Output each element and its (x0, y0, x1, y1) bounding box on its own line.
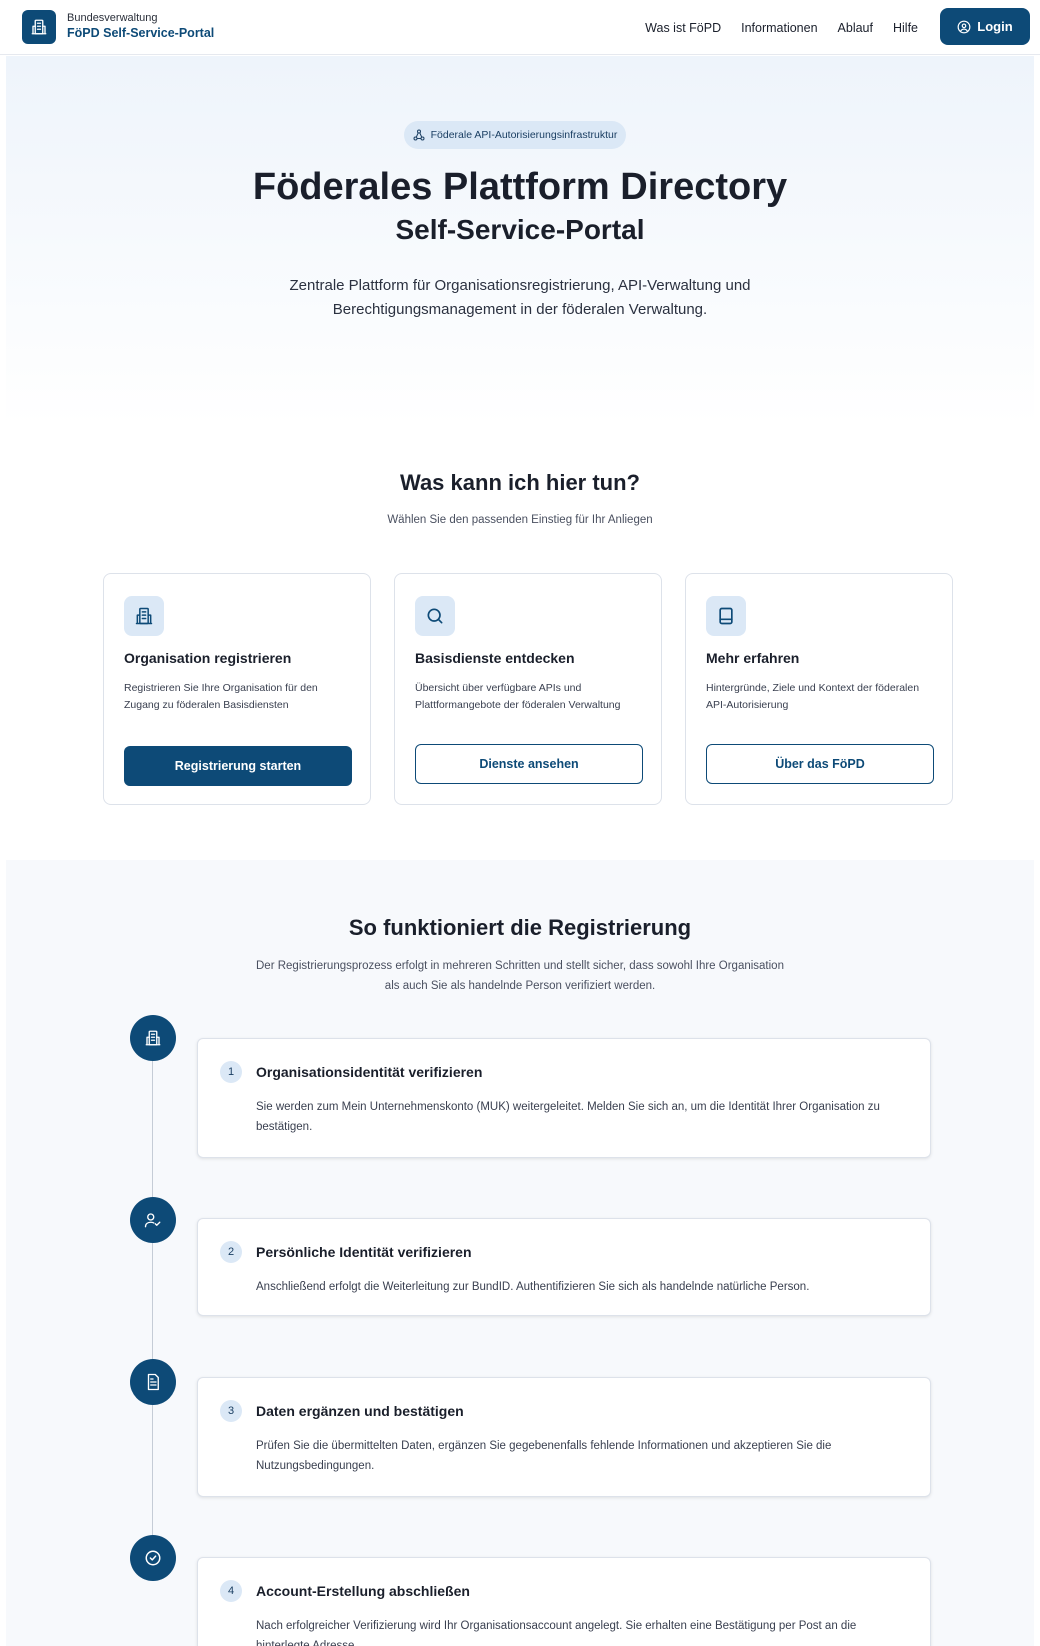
card-title: Organisation registrieren (124, 650, 292, 666)
card-basisdienste-entdecken: Basisdienste entdecken Übersicht über ve… (394, 573, 662, 805)
step-card-4: 4 Account-Erstellung abschließen Nach er… (197, 1557, 931, 1646)
card-organisation-registrieren: Organisation registrieren Registrieren S… (103, 573, 371, 805)
registration-title: So funktioniert die Registrierung (348, 915, 692, 940)
card-description: Übersicht über verfügbare APIs und Platt… (415, 682, 621, 711)
main-nav: Was ist FöPD Informationen Ablauf Hilfe (645, 0, 918, 55)
actions-title: Was kann ich hier tun? (400, 470, 640, 495)
step-card-1: 1 Organisationsidentität verifizieren Si… (197, 1038, 931, 1158)
step-title: Daten ergänzen und bestätigen (256, 1403, 464, 1419)
brand-subtitle: Bundesverwaltung (67, 12, 158, 25)
step-description: Sie werden zum Mein Unternehmenskonto (M… (256, 1101, 880, 1133)
building-icon (124, 596, 164, 636)
step-card-2: 2 Persönliche Identität verifizieren Ans… (197, 1218, 931, 1316)
card-title: Basisdienste entdecken (415, 650, 575, 666)
step-number: 2 (220, 1241, 242, 1263)
registration-subtitle: Der Registrierungsprozess erfolgt in meh… (256, 960, 784, 992)
dienste-ansehen-button[interactable]: Dienste ansehen (415, 744, 643, 784)
step-description: Anschließend erfolgt die Weiterleitung z… (256, 1281, 810, 1293)
network-icon (413, 129, 425, 141)
hero-badge-label: Föderale API-Autorisierungsinfrastruktur (430, 129, 618, 141)
top-header: Bundesverwaltung FöPD Self-Service-Porta… (0, 0, 1040, 55)
hero-section: Föderale API-Autorisierungsinfrastruktur… (6, 56, 1034, 426)
login-label: Login (977, 19, 1013, 34)
nav-link-hilfe[interactable]: Hilfe (893, 21, 918, 35)
page: Bundesverwaltung FöPD Self-Service-Porta… (0, 0, 1040, 1646)
hero-badge: Föderale API-Autorisierungsinfrastruktur (404, 121, 626, 149)
user-circle-icon (957, 20, 971, 33)
nav-link-informationen[interactable]: Informationen (741, 21, 817, 35)
document-icon (130, 1359, 176, 1405)
step-card-3: 3 Daten ergänzen und bestätigen Prüfen S… (197, 1377, 931, 1497)
card-description: Hintergründe, Ziele und Kontext der föde… (706, 682, 920, 711)
step-connector (152, 1405, 153, 1535)
step-title: Persönliche Identität verifizieren (256, 1244, 472, 1260)
nav-link-was-ist-foepd[interactable]: Was ist FöPD (645, 21, 721, 35)
step-connector (152, 1061, 153, 1197)
hero-description: Zentrale Plattform für Organisationsregi… (289, 277, 751, 318)
step-number: 3 (220, 1400, 242, 1422)
step-title: Organisationsidentität verifizieren (256, 1064, 483, 1080)
card-mehr-erfahren: Mehr erfahren Hintergründe, Ziele und Ko… (685, 573, 953, 805)
check-circle-icon (130, 1535, 176, 1581)
hero-subtitle: Self-Service-Portal (395, 214, 645, 245)
registrierung-starten-button[interactable]: Registrierung starten (124, 746, 352, 786)
book-icon (706, 596, 746, 636)
step-connector (152, 1243, 153, 1359)
building-icon (130, 1015, 176, 1061)
nav-link-ablauf[interactable]: Ablauf (838, 21, 873, 35)
brand-title: FöPD Self-Service-Portal (67, 26, 215, 41)
user-check-icon (130, 1197, 176, 1243)
login-button[interactable]: Login (940, 8, 1030, 45)
ueber-das-foepd-button[interactable]: Über das FöPD (706, 744, 934, 784)
step-description: Nach erfolgreicher Verifizierung wird Ih… (256, 1620, 857, 1646)
card-description: Registrieren Sie Ihre Organisation für d… (124, 682, 318, 711)
brand[interactable]: Bundesverwaltung FöPD Self-Service-Porta… (22, 10, 214, 44)
step-description: Prüfen Sie die übermittelten Daten, ergä… (256, 1440, 832, 1472)
hero-title: Föderales Plattform Directory (252, 166, 788, 208)
step-number: 1 (220, 1061, 242, 1083)
step-number: 4 (220, 1580, 242, 1602)
card-title: Mehr erfahren (706, 650, 800, 666)
building-icon (22, 10, 56, 44)
step-title: Account-Erstellung abschließen (256, 1583, 470, 1599)
search-icon (415, 596, 455, 636)
actions-subtitle: Wählen Sie den passenden Einstieg für Ih… (387, 514, 653, 526)
